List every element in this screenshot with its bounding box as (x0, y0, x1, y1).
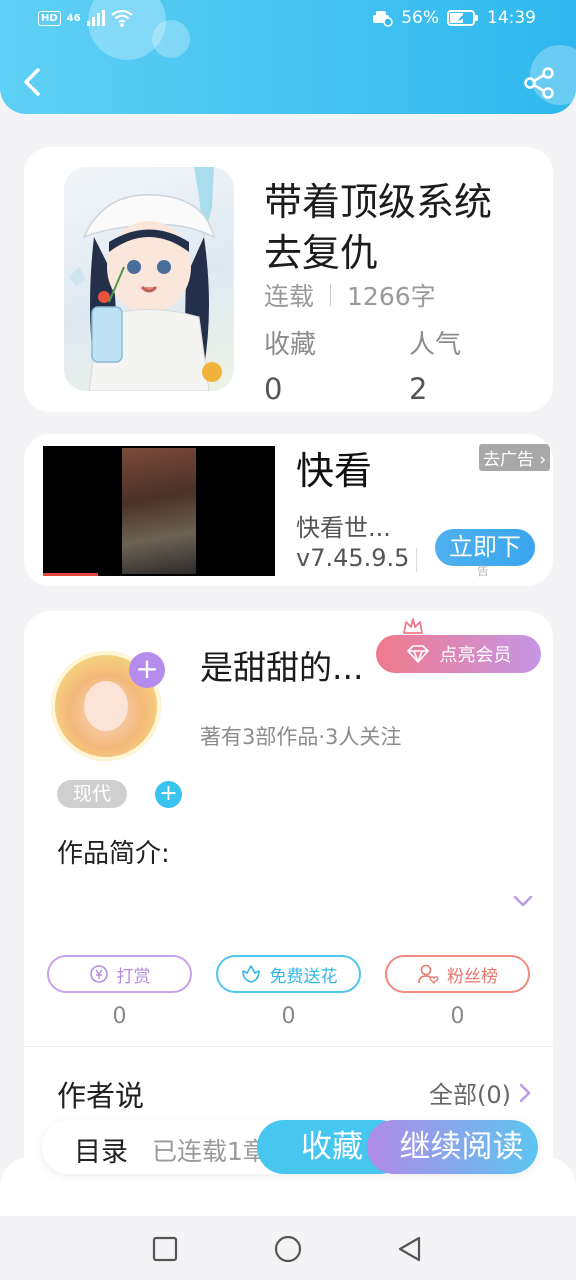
follow-author-button[interactable]: + (129, 652, 165, 688)
send-flower-button[interactable]: 免费送花 (216, 955, 361, 993)
divider (416, 548, 417, 572)
book-title: 带着顶级系统去复仇 (264, 180, 493, 275)
author-says-heading: 作者说 (57, 1079, 145, 1113)
author-info: 著有3部作品·3人关注 (200, 725, 402, 749)
ad-video-thumbnail[interactable] (43, 446, 275, 576)
tip-count: 0 (112, 1004, 127, 1029)
add-tag-button[interactable]: + (155, 781, 182, 808)
recent-apps-icon[interactable] (150, 1234, 180, 1264)
ad-title: 快看 (296, 449, 373, 493)
remove-ad-label: 去广告 (483, 450, 534, 470)
coin-icon (89, 965, 108, 983)
book-meta: 连载 1266字 (264, 277, 436, 313)
intro-label: 作品简介: (57, 839, 170, 869)
tip-label: 打赏 (116, 966, 151, 987)
divider (330, 284, 332, 306)
home-icon[interactable] (273, 1234, 303, 1264)
ad-description: 快看世... (296, 514, 391, 542)
book-cover-image[interactable] (64, 167, 234, 391)
back-icon[interactable] (18, 62, 48, 102)
avatar-face (84, 681, 128, 731)
ad-version: v7.45.9.5 (296, 544, 410, 572)
ad-card[interactable]: 快看 去广告 › 快看世... v7.45.9.5 立即下 告 (24, 434, 553, 586)
signal-label: 46 (66, 12, 81, 24)
back-nav-icon[interactable] (395, 1234, 425, 1264)
hd-badge: HD (38, 10, 61, 26)
collect-label: 收藏 (264, 330, 317, 360)
chevron-right-icon (519, 1083, 531, 1102)
ad-video-frame (122, 448, 196, 574)
vip-label: 点亮会员 (439, 645, 512, 666)
divider (24, 1046, 553, 1047)
serial-status: 连载 (264, 282, 315, 311)
popularity-label: 人气 (409, 330, 462, 360)
diamond-icon (406, 645, 429, 663)
bottom-action-bar: 目录 已连载1章 收藏 继续阅读 (42, 1120, 538, 1174)
remove-ad-button[interactable]: 去广告 › (479, 444, 551, 471)
all-link-label: 全部(0) (429, 1081, 511, 1109)
car-mode-icon (373, 11, 393, 27)
crown-icon (403, 618, 423, 634)
status-bar: HD 46 56% 14:39 (0, 0, 576, 40)
genre-tag[interactable]: 现代 (57, 780, 127, 808)
ad-label: 告 (477, 564, 490, 578)
vip-button[interactable]: 点亮会员 (376, 635, 541, 673)
signal-icon (86, 10, 105, 26)
system-nav-bar (0, 1216, 576, 1280)
book-info-card: 带着顶级系统去复仇 连载 1266字 收藏 0 人气 2 (24, 147, 553, 412)
fan-ranking-count: 0 (450, 1004, 465, 1029)
chevron-down-icon[interactable] (512, 894, 534, 908)
popularity-value: 2 (409, 372, 428, 406)
author-says-all-link[interactable]: 全部(0) (429, 1075, 531, 1110)
word-count: 1266字 (347, 282, 436, 311)
serial-chapter-count: 已连载1章 (152, 1137, 268, 1166)
header-bar: HD 46 56% 14:39 (0, 0, 576, 114)
wifi-icon (110, 9, 133, 27)
flower-count: 0 (281, 1004, 296, 1029)
flower-label: 免费送花 (269, 966, 338, 987)
battery-icon (447, 10, 478, 26)
cover-illustration (69, 167, 222, 391)
ad-video-progress (43, 573, 98, 576)
tip-button[interactable]: 打赏 (47, 955, 192, 993)
user-heart-icon (418, 964, 439, 984)
continue-reading-button[interactable]: 继续阅读 (367, 1120, 538, 1174)
toc-button[interactable]: 目录 (74, 1130, 128, 1169)
author-name[interactable]: 是甜甜的... (200, 641, 363, 689)
clock: 14:39 (487, 8, 536, 28)
share-icon[interactable] (522, 66, 556, 100)
collect-value: 0 (264, 372, 283, 406)
ad-download-button[interactable]: 立即下 (435, 529, 535, 566)
fan-ranking-button[interactable]: 粉丝榜 (385, 955, 530, 993)
flower-icon (241, 965, 260, 983)
fan-ranking-label: 粉丝榜 (447, 966, 498, 987)
battery-percent: 56% (401, 8, 439, 28)
